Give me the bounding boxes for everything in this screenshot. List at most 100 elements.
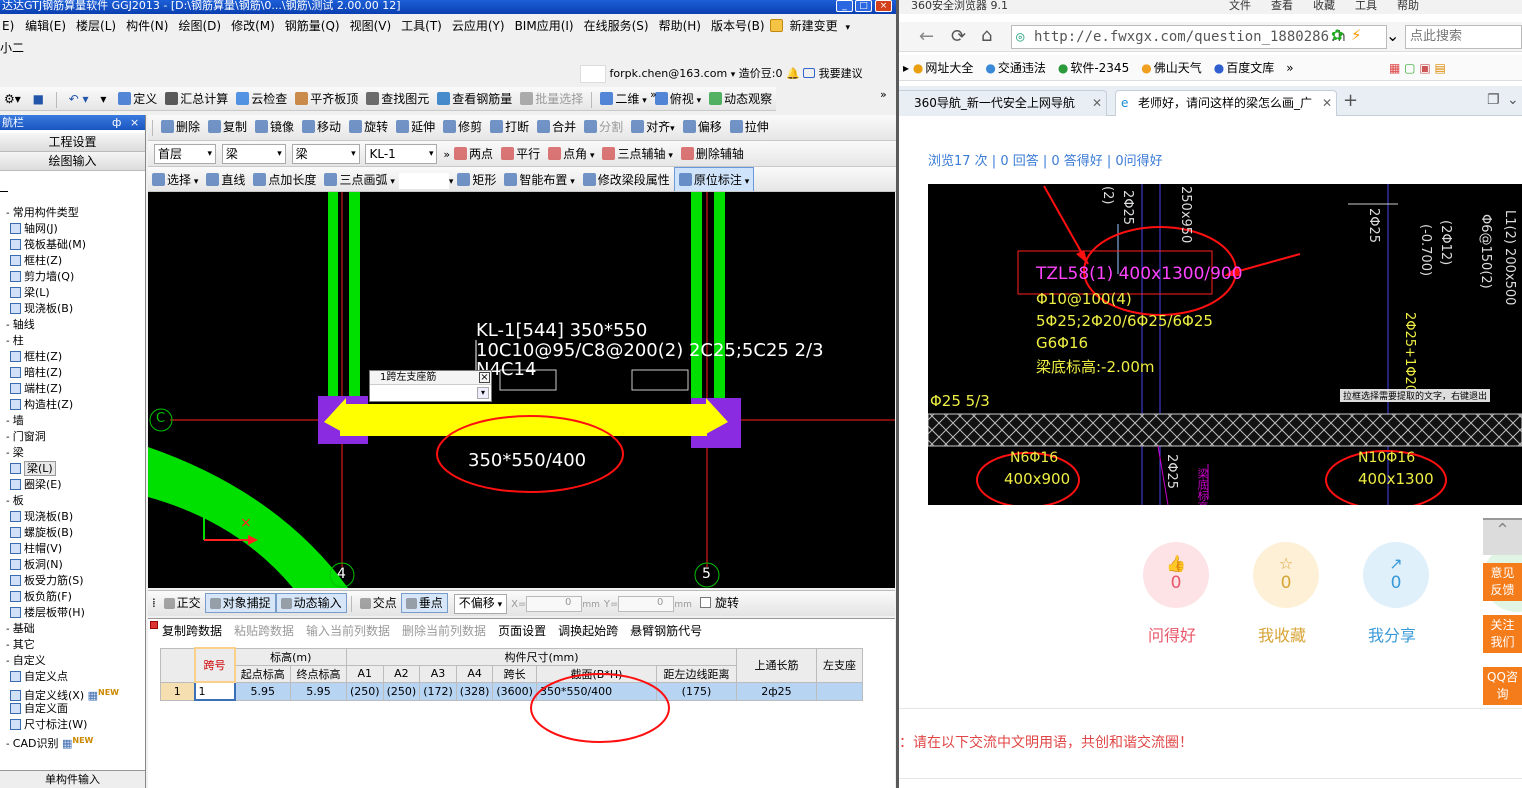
tree-toggle-icon[interactable]: -	[6, 416, 13, 427]
table-tool-0[interactable]: 复制跨数据	[162, 624, 222, 638]
speed-icon[interactable]: ⚡	[1351, 26, 1362, 44]
menu-item-3[interactable]: 绘图(D)	[173, 14, 226, 38]
edit-tool-11[interactable]: 偏移	[679, 115, 726, 139]
table-tool-3[interactable]: 删除当前列数据	[402, 624, 486, 638]
popup-input[interactable]: ▾	[370, 385, 491, 401]
browser-menu-item-3[interactable]: 工具	[1355, 0, 1377, 12]
ad-icon[interactable]: ▣	[1419, 61, 1434, 75]
rotate-checkbox[interactable]	[699, 597, 711, 608]
new-tab-button[interactable]: +	[1343, 90, 1358, 111]
popup-dropdown-icon[interactable]: ▾	[477, 387, 489, 399]
action-button-2[interactable]: ↗ 0	[1363, 542, 1429, 608]
table-tool-5[interactable]: 调换起始跨	[558, 624, 618, 638]
suggest-link[interactable]: 我要建议	[819, 67, 863, 80]
tree-item-7[interactable]: - 轴线	[0, 317, 145, 333]
tree-toggle-icon[interactable]: -	[6, 739, 13, 749]
favs-more-icon[interactable]: »	[1286, 61, 1293, 75]
tree-item-4[interactable]: 剪力墙(Q)	[0, 269, 145, 285]
tree-item-30[interactable]: 自定义线(X) ▦NEW	[0, 685, 145, 701]
menu-item-9[interactable]: BIM应用(I)	[510, 14, 579, 38]
maximize-button[interactable]: □	[855, 0, 872, 12]
browser-menu-item-1[interactable]: 查看	[1271, 0, 1293, 12]
toolbar-overflow[interactable]: »	[443, 148, 450, 161]
tree-item-29[interactable]: 自定义点	[0, 669, 145, 685]
favorite-link-0[interactable]: ● 网址大全	[913, 61, 974, 75]
annot-box-2[interactable]	[631, 369, 689, 391]
popup-close-icon[interactable]: ×	[479, 372, 490, 383]
snap-toggle-1[interactable]: 对象捕捉	[204, 593, 276, 613]
axis-tool-1[interactable]: 平行	[497, 142, 544, 166]
cell-a4[interactable]: (328)	[455, 681, 494, 701]
tree-item-19[interactable]: 现浇板(B)	[0, 509, 145, 525]
draw-tool-6[interactable]: 修改梁段属性	[579, 168, 674, 191]
tree-toggle-icon[interactable]: -	[6, 496, 13, 507]
new-change-dropdown-icon[interactable]: ▾	[843, 23, 850, 33]
toolbar-button-7[interactable]: 二维 ▾	[596, 87, 650, 110]
dropdown-icon[interactable]: ▾	[666, 151, 673, 161]
menu-item-13[interactable]: 新建变更	[785, 14, 843, 38]
tree-item-24[interactable]: 板负筋(F)	[0, 589, 145, 605]
tree-toggle-icon[interactable]: -	[6, 432, 13, 443]
tab-360-nav[interactable]: 360导航_新一代安全上网导航 ✕	[899, 90, 1107, 116]
type-select-1[interactable]: 梁 ▾	[221, 144, 286, 164]
dropdown-icon[interactable]: ▾	[694, 96, 702, 106]
favorite-link-3[interactable]: ● 佛山天气	[1141, 61, 1202, 75]
dropdown-icon[interactable]: ▾	[587, 151, 595, 161]
account-field[interactable]	[580, 65, 606, 83]
toolbar-button-0[interactable]: 定义	[114, 87, 161, 110]
account-email[interactable]: forpk.chen@163.com	[610, 67, 728, 80]
toolbar-overflow[interactable]: »	[650, 88, 657, 101]
tree-item-9[interactable]: 框柱(Z)	[0, 349, 145, 365]
menu-item-10[interactable]: 在线服务(S)	[579, 14, 654, 38]
dropdown-icon[interactable]: ▾	[742, 177, 750, 187]
redo-icon[interactable]: ▾	[96, 87, 110, 110]
tree-item-31[interactable]: 自定义面	[0, 701, 145, 717]
edit-tool-2[interactable]: 镜像	[251, 115, 298, 139]
tree-item-33[interactable]: - CAD识别 ▦NEW	[0, 733, 145, 749]
dropdown-icon[interactable]: ⌄	[1386, 26, 1399, 45]
snap-toggle-4[interactable]: 垂点	[400, 593, 448, 613]
table-tool-2[interactable]: 输入当前列数据	[306, 624, 390, 638]
tree-item-8[interactable]: - 柱	[0, 333, 145, 349]
tree-item-14[interactable]: - 门窗洞	[0, 429, 145, 445]
x-input[interactable]: 0	[526, 595, 583, 612]
back-icon[interactable]: ←	[919, 26, 934, 47]
toolbar-overflow[interactable]: »	[880, 88, 887, 101]
edit-tool-1[interactable]: 复制	[204, 115, 251, 139]
tree-item-17[interactable]: 圈梁(E)	[0, 477, 145, 493]
tree-item-25[interactable]: 楼层板带(H)	[0, 605, 145, 621]
snap-toggle-3[interactable]: 交点	[356, 591, 401, 615]
tree-item-28[interactable]: - 自定义	[0, 653, 145, 669]
tree-toggle-icon[interactable]: -	[6, 656, 13, 667]
minimize-button[interactable]: _	[836, 0, 853, 12]
side-button-2[interactable]: QQ咨询	[1483, 667, 1522, 705]
cell-span[interactable]: 1	[193, 681, 236, 701]
toolbar-button-5[interactable]: 查看钢筋量	[433, 87, 516, 110]
pin-icon[interactable]: ф	[112, 115, 121, 130]
draw-tool-0[interactable]: 选择 ▾	[148, 168, 202, 191]
dropdown-icon[interactable]: ▾	[495, 600, 503, 610]
drawing-input-button[interactable]: 绘图输入	[0, 152, 145, 171]
menu-item-0[interactable]: 编辑(E)	[20, 14, 71, 38]
tree-item-1[interactable]: 轴网(J)	[0, 221, 145, 237]
tree-item-32[interactable]: 尺寸标注(W)	[0, 717, 145, 733]
tree-item-26[interactable]: - 基础	[0, 621, 145, 637]
back-to-top-button[interactable]: ⌃	[1483, 518, 1522, 555]
draw-tool-4[interactable]: 矩形	[453, 168, 500, 191]
toolbar-button-6[interactable]: 批量选择	[516, 87, 587, 110]
tab-list-icon[interactable]: ⌄	[1507, 92, 1519, 108]
type-select-2[interactable]: 梁 ▾	[291, 144, 360, 164]
tree-toggle-icon[interactable]: -	[6, 208, 13, 219]
favorite-link-4[interactable]: ● 百度文库	[1214, 61, 1275, 75]
bookmark-icon[interactable]: ▤	[1434, 61, 1445, 75]
action-button-1[interactable]: ☆ 0	[1253, 542, 1319, 608]
tree-item-22[interactable]: 板洞(N)	[0, 557, 145, 573]
project-settings-button[interactable]: 工程设置	[0, 133, 145, 152]
toolbar-button-9[interactable]: 动态观察	[705, 87, 776, 110]
close-button[interactable]: ×	[875, 0, 892, 12]
menu-item-7[interactable]: 工具(T)	[396, 14, 447, 38]
tree-item-13[interactable]: - 墙	[0, 413, 145, 429]
y-input[interactable]: 0	[618, 595, 675, 612]
edit-tool-0[interactable]: 删除	[157, 115, 204, 139]
axis-tool-0[interactable]: 两点	[450, 142, 497, 166]
